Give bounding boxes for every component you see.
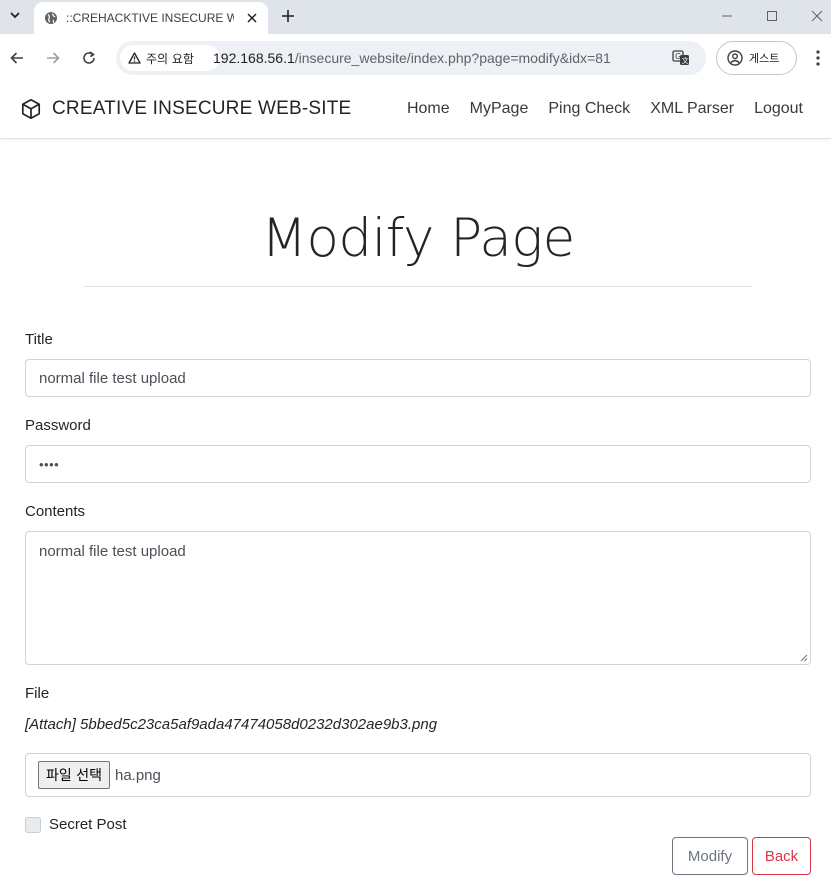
guest-profile-button[interactable]: 게스트	[716, 41, 797, 75]
back-nav-button[interactable]	[6, 47, 28, 69]
title-divider	[84, 286, 752, 287]
globe-icon	[44, 11, 58, 25]
brand-link[interactable]: CREATIVE INSECURE WEB-SITE	[20, 98, 351, 120]
box-icon	[20, 98, 42, 120]
address-bar[interactable]: 주의 요함 192.168.56.1/insecure_website/inde…	[116, 41, 706, 75]
nav-link-xml-parser[interactable]: XML Parser	[650, 100, 734, 118]
kebab-menu-icon	[816, 50, 820, 66]
page-title: Modify Page	[261, 208, 575, 269]
password-input-value: ••••	[39, 456, 60, 472]
attachment-link[interactable]: [Attach] 5bbed5c23ca5af9ada47474058d0232…	[25, 716, 437, 733]
tab-title: ::CREHACKTIVE INSECURE WEB	[66, 11, 234, 25]
password-input[interactable]: ••••	[25, 445, 811, 483]
secret-post-checkbox[interactable]	[25, 817, 41, 833]
reload-icon	[83, 51, 95, 64]
translate-icon[interactable]: G文	[671, 49, 691, 67]
url-text[interactable]: 192.168.56.1/insecure_website/index.php?…	[213, 50, 611, 66]
file-input[interactable]: 파일 선택 ha.png	[25, 753, 811, 797]
browser-toolbar: 주의 요함 192.168.56.1/insecure_website/inde…	[0, 34, 831, 82]
arrow-right-icon	[47, 52, 60, 64]
arrow-left-icon	[10, 52, 23, 64]
close-icon	[811, 10, 823, 22]
nav-link-mypage[interactable]: MyPage	[470, 100, 529, 118]
url-host: 192.168.56.1	[213, 50, 295, 66]
new-tab-button[interactable]	[278, 6, 298, 26]
nav-link-logout[interactable]: Logout	[754, 100, 803, 118]
svg-text:文: 文	[682, 56, 689, 65]
security-warning-chip[interactable]: 주의 요함	[120, 45, 220, 71]
brand-text: CREATIVE INSECURE WEB-SITE	[52, 98, 352, 119]
maximize-icon	[767, 11, 777, 21]
tab-search-button[interactable]	[4, 4, 26, 26]
site-navbar: CREATIVE INSECURE WEB-SITE Home MyPage P…	[0, 82, 831, 139]
selected-file-name: ha.png	[114, 766, 161, 784]
browser-tab-active[interactable]: ::CREHACKTIVE INSECURE WEB	[34, 2, 268, 34]
contents-value: normal file test upload	[39, 543, 186, 560]
title-label: Title	[25, 331, 53, 348]
user-icon	[727, 50, 743, 66]
minimize-icon	[722, 15, 732, 17]
close-icon[interactable]	[244, 10, 260, 26]
contents-label: Contents	[25, 503, 86, 520]
nav-links: Home MyPage Ping Check XML Parser Logout	[387, 100, 803, 118]
file-label: File	[25, 685, 50, 702]
warning-triangle-icon	[128, 52, 141, 64]
contents-textarea[interactable]: normal file test upload	[25, 531, 811, 665]
profile-label: 게스트	[749, 52, 780, 65]
modify-button[interactable]: Modify	[672, 837, 748, 875]
nav-link-home[interactable]: Home	[407, 100, 450, 118]
browser-tabstrip: ::CREHACKTIVE INSECURE WEB	[0, 0, 831, 34]
security-warning-text: 주의 요함	[146, 51, 194, 66]
browser-menu-button[interactable]	[810, 48, 826, 68]
maximize-button[interactable]	[761, 6, 783, 26]
window-close-button[interactable]	[806, 6, 828, 26]
forward-nav-button[interactable]	[42, 47, 64, 69]
minimize-button[interactable]	[716, 6, 738, 26]
title-input-value: normal file test upload	[39, 369, 186, 387]
title-input[interactable]: normal file test upload	[25, 359, 811, 397]
plus-icon	[282, 10, 294, 22]
resize-grip-icon[interactable]	[798, 652, 808, 662]
back-button[interactable]: Back	[752, 837, 811, 875]
url-path: /insecure_website/index.php?page=modify&…	[294, 50, 611, 66]
password-label: Password	[25, 417, 91, 434]
reload-button[interactable]	[78, 47, 100, 69]
chevron-down-icon	[10, 12, 20, 19]
secret-post-label[interactable]: Secret Post	[49, 816, 127, 833]
nav-link-ping-check[interactable]: Ping Check	[548, 100, 630, 118]
choose-file-button[interactable]: 파일 선택	[38, 761, 110, 789]
